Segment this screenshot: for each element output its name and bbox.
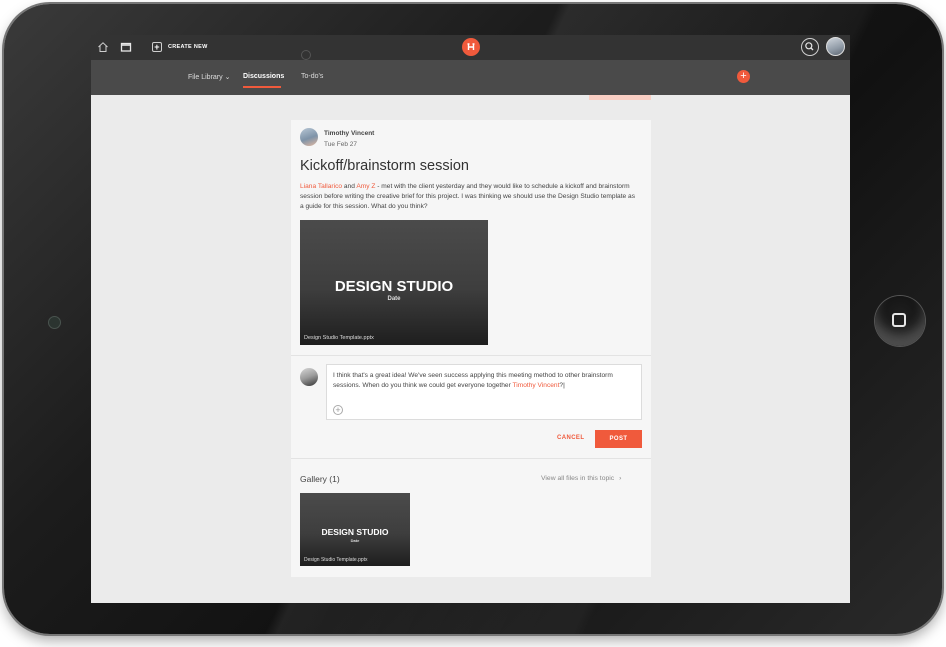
gallery-item[interactable]: DESIGN STUDIO Date Design Studio Templat… [300,493,410,566]
home-icon[interactable] [97,41,109,53]
divider [291,355,651,356]
gallery-item-title: DESIGN STUDIO [321,527,389,537]
add-button[interactable]: + [737,70,750,83]
chevron-right-icon: › [619,475,622,482]
reply-input[interactable]: I think that's a great idea! We've seen … [326,364,642,420]
post-body: Liana Tallarico and Amy Z - met with the… [300,182,635,212]
mention-link[interactable]: Timothy Vincent [513,382,560,389]
attachment-filename: Design Studio Template.pptx [304,335,374,341]
post-date: Tue Feb 27 [324,141,358,148]
post-button[interactable]: POST [595,430,642,448]
active-tab-indicator [243,86,281,88]
mention-link[interactable]: Liana Tallarico [300,183,342,190]
camera-icon [48,316,61,329]
window-icon[interactable] [120,41,132,53]
gallery-item-filename: Design Studio Template.pptx [304,557,368,563]
post-title: Kickoff/brainstorm session [300,158,469,174]
ghost-circle-icon [301,50,311,60]
attachment-preview[interactable]: DESIGN STUDIO Date Design Studio Templat… [300,220,488,345]
view-all-label: View all files in this topic [541,475,615,482]
view-all-files-link[interactable]: View all files in this topic › [541,475,621,482]
reply-text: I think that's a great idea! We've seen … [333,371,633,391]
attachment-subtitle: Date [387,296,401,302]
tab-file-library[interactable]: File Library ⌄ [188,73,230,81]
top-bar: + CREATE NEW [91,35,850,60]
logo-glyph-icon [467,43,475,50]
device-home-button[interactable] [875,296,925,346]
nav-bar: File Library ⌄ Discussions To-do's + [91,60,850,95]
brand-logo-icon[interactable] [462,38,480,56]
mention-link[interactable]: Amy Z [356,183,375,190]
plus-icon: + [740,70,747,82]
author-avatar[interactable] [300,128,318,146]
tab-discussions[interactable]: Discussions [243,73,284,80]
app-screen: + CREATE NEW File Library ⌄ Discussions … [91,35,850,603]
reply-body-text: I think that's a great idea! We've seen … [333,372,613,389]
divider [291,458,651,459]
text-cursor: | [563,382,565,389]
attach-plus-icon[interactable]: + [333,405,343,415]
home-square-icon [892,313,906,327]
user-avatar[interactable] [826,37,845,56]
author-name[interactable]: Timothy Vincent [324,130,374,137]
plus-icon: + [152,42,162,52]
tab-todos[interactable]: To-do's [301,73,323,80]
create-new-button[interactable]: + CREATE NEW [152,40,208,54]
gallery-item-subtitle: Date [350,538,360,543]
search-icon [805,42,814,51]
create-new-label: CREATE NEW [168,44,208,50]
ghost-tab-highlight [589,95,651,100]
conjunction-text: and [343,183,355,190]
cancel-button[interactable]: CANCEL [557,435,584,441]
reply-avatar [300,368,318,386]
search-button[interactable] [801,38,819,56]
attachment-title: DESIGN STUDIO [334,278,454,295]
discussion-card: Timothy Vincent Tue Feb 27 Kickoff/brain… [291,120,651,577]
gallery-title: Gallery (1) [300,474,340,484]
